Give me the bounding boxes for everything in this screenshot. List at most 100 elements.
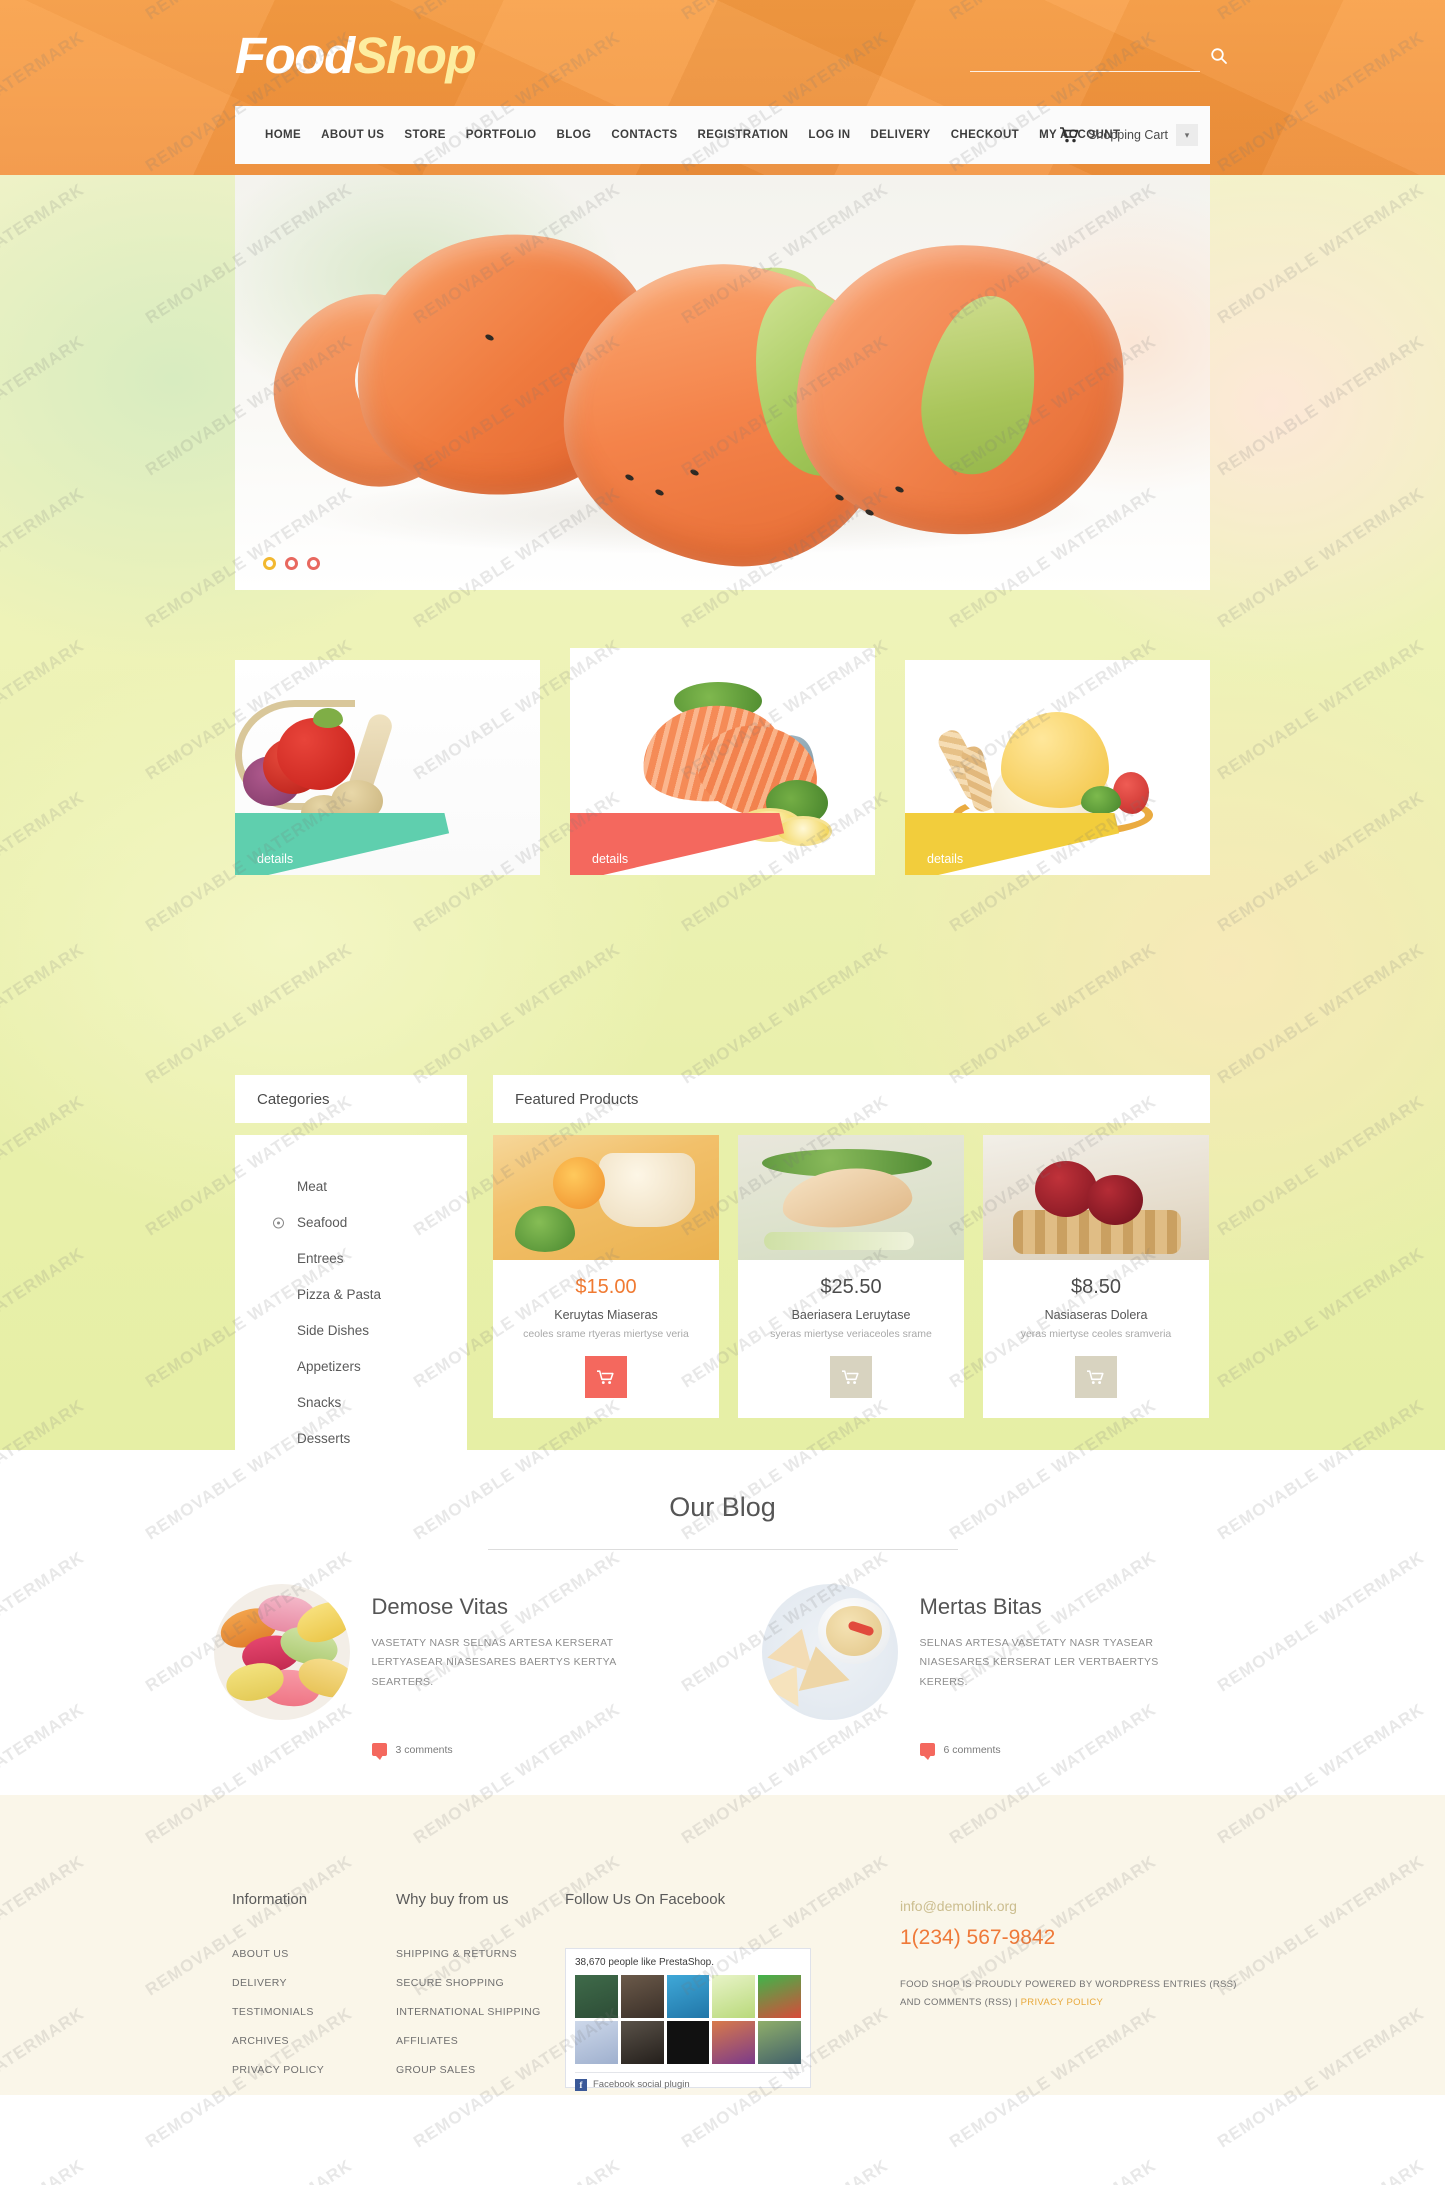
logo-text-primary: Food — [235, 27, 355, 84]
add-to-cart-button-2[interactable] — [830, 1356, 872, 1398]
categories-panel: Categories Meat Seafood Entrees Pizza & … — [235, 1075, 467, 1450]
blog-post[interactable]: Demose Vitas Vasetaty nasr selnas artesa… — [213, 1584, 684, 1760]
meat-fish-details-label: details — [592, 852, 629, 866]
avatar[interactable] — [712, 1975, 756, 2018]
footer-link-testimonials[interactable]: TESTIMONIALS — [232, 2006, 324, 2018]
avatar[interactable] — [758, 1975, 801, 2018]
footer-link-archives[interactable]: ARCHIVES — [232, 2035, 324, 2047]
search-input[interactable] — [970, 48, 1200, 72]
add-to-cart-button-3[interactable] — [1075, 1356, 1117, 1398]
category-item-snacks[interactable]: Snacks — [235, 1385, 467, 1421]
category-item-side-dishes[interactable]: Side Dishes — [235, 1313, 467, 1349]
category-item-meat[interactable]: Meat — [235, 1169, 467, 1205]
category-item-seafood-label: Seafood — [297, 1215, 348, 1230]
product-price-1: $15.00 — [575, 1276, 637, 1298]
avatar[interactable] — [620, 1975, 664, 2018]
logo-text-secondary: Shop — [353, 27, 477, 84]
featured-products-panel: Featured Products $15.00 Keruytas Miaser… — [493, 1075, 1210, 1418]
hero-section: Vegetables details Meat & Fish — [0, 175, 1445, 1450]
cart-dropdown-toggle[interactable]: ▾ — [1176, 124, 1198, 146]
shopping-cart[interactable]: Shopping Cart ▾ — [1060, 124, 1198, 146]
footer-link-delivery[interactable]: DELIVERY — [232, 1977, 324, 1989]
product-name-3: Nasiaseras Dolera — [1044, 1308, 1148, 1322]
nav-item-log-in[interactable]: LOG IN — [798, 129, 860, 141]
facebook-icon: f — [575, 2078, 587, 2091]
nav-item-registration[interactable]: REGISTRATION — [688, 129, 799, 141]
footer-column-why-buy: Why buy from us SHIPPING & RETURNS SECUR… — [396, 1891, 541, 2093]
blog-post-comments-1[interactable]: 3 comments — [371, 1743, 453, 1760]
slider-dot-2[interactable] — [285, 557, 298, 570]
footer-link-about-us[interactable]: ABOUT US — [232, 1948, 324, 1960]
nav-item-delivery[interactable]: DELIVERY — [860, 129, 940, 141]
facebook-like-count: 38,670 people like PrestaShop. — [575, 1957, 714, 1968]
footer-col3-title: Follow Us On Facebook — [565, 1891, 726, 1908]
category-item-entrees[interactable]: Entrees — [235, 1241, 467, 1277]
avatar[interactable] — [620, 2020, 664, 2064]
nav-item-contacts[interactable]: CONTACTS — [601, 129, 687, 141]
product-card[interactable]: $8.50 Nasiaseras Dolera yeras miertyse c… — [983, 1135, 1209, 1418]
category-card-desserts[interactable]: Desserts details — [905, 660, 1210, 875]
nav-item-portfolio[interactable]: PORTFOLIO — [456, 129, 547, 141]
blog-post-title-2[interactable]: Mertas Bitas — [920, 1594, 1170, 1620]
site-logo[interactable]: FoodShop — [235, 27, 477, 84]
nav-item-checkout[interactable]: CHECKOUT — [941, 129, 1029, 141]
product-price-2: $25.50 — [820, 1276, 882, 1298]
nav-item-home[interactable]: HOME — [255, 129, 311, 141]
footer-privacy-policy-link[interactable]: PRIVACY POLICY — [1021, 1997, 1104, 2008]
search-icon — [1211, 47, 1227, 64]
blog-post[interactable]: Mertas Bitas Selnas artesa vasetaty nasr… — [761, 1584, 1232, 1760]
avatar[interactable] — [575, 1975, 618, 2018]
soup-image — [761, 1584, 898, 1720]
categories-panel-title: Categories — [235, 1075, 467, 1123]
avatar[interactable] — [758, 2020, 801, 2064]
add-to-cart-button-1[interactable] — [585, 1356, 627, 1398]
hero-slider[interactable] — [235, 175, 1210, 590]
selected-bullet-icon — [273, 1217, 284, 1229]
avatar[interactable] — [666, 1975, 710, 2018]
featured-products-title: Featured Products — [493, 1075, 1210, 1123]
category-item-pizza-pasta[interactable]: Pizza & Pasta — [235, 1277, 467, 1313]
product-card[interactable]: $25.50 Baeriasera Leruytase syeras miert… — [738, 1135, 964, 1418]
avatar[interactable] — [575, 2020, 618, 2064]
meat-fish-details-ribbon[interactable]: details — [570, 813, 875, 875]
category-card-vegetables[interactable]: Vegetables details — [235, 660, 540, 875]
footer-phone[interactable]: 1(234) 567-9842 — [900, 1926, 1237, 1950]
vegetables-details-ribbon[interactable]: details — [235, 813, 540, 875]
page-root: FoodShop HOME ABOUT US STORE PORTFOLIO B… — [0, 0, 1445, 2185]
nav-item-blog[interactable]: BLOG — [546, 129, 601, 141]
blog-posts-list: Demose Vitas Vasetaty nasr selnas artesa… — [0, 1584, 1445, 1760]
footer-link-shipping-returns[interactable]: SHIPPING & RETURNS — [396, 1948, 541, 1960]
nav-item-about-us[interactable]: ABOUT US — [311, 129, 394, 141]
product-price-3: $8.50 — [1070, 1276, 1122, 1298]
category-item-entrees-label: Entrees — [297, 1251, 344, 1266]
product-card[interactable]: $15.00 Keruytas Miaseras ceoles srame rt… — [493, 1135, 719, 1418]
footer-email[interactable]: info@demolink.org — [900, 1898, 1237, 1914]
featured-products-list: $15.00 Keruytas Miaseras ceoles srame rt… — [493, 1135, 1210, 1418]
footer-link-secure-shopping[interactable]: SECURE SHOPPING — [396, 1977, 541, 1989]
avatar[interactable] — [712, 2020, 756, 2064]
footer-link-international-shipping[interactable]: INTERNATIONAL SHIPPING — [396, 2006, 541, 2018]
blog-post-title-1[interactable]: Demose Vitas — [372, 1594, 622, 1620]
footer-link-affiliates[interactable]: AFFILIATES — [396, 2035, 541, 2047]
search-button[interactable] — [1208, 46, 1230, 68]
slider-dot-1[interactable] — [263, 557, 276, 570]
blog-post-body-1: Demose Vitas Vasetaty nasr selnas artesa… — [372, 1584, 622, 1720]
blog-post-text-2: Selnas artesa vasetaty nasr tyasear nias… — [919, 1637, 1159, 1688]
category-item-seafood[interactable]: Seafood — [235, 1205, 467, 1241]
nav-item-store[interactable]: STORE — [394, 129, 455, 141]
category-item-desserts[interactable]: Desserts — [235, 1421, 467, 1450]
footer-link-group-sales[interactable]: GROUP SALES — [396, 2064, 541, 2076]
slider-dot-3[interactable] — [307, 557, 320, 570]
blog-post-body-2: Mertas Bitas Selnas artesa vasetaty nasr… — [920, 1584, 1170, 1720]
category-card-meat-fish[interactable]: Meat & Fish details — [570, 648, 875, 875]
footer-link-privacy-policy[interactable]: PRIVACY POLICY — [232, 2064, 324, 2076]
desserts-details-ribbon[interactable]: details — [905, 813, 1210, 875]
avatar[interactable] — [666, 2020, 710, 2064]
blog-post-comments-label-2: 6 comments — [943, 1743, 1001, 1756]
category-item-appetizers[interactable]: Appetizers — [235, 1349, 467, 1385]
copyright-line-1: FOOD SHOP IS PROUDLY POWERED BY WORDPRES… — [900, 1979, 1237, 1990]
product-name-2: Baeriasera Leruytase — [791, 1308, 911, 1322]
blog-post-comments-2[interactable]: 6 comments — [919, 1743, 1001, 1760]
facebook-avatars-grid — [575, 1975, 801, 2064]
facebook-widget[interactable]: 38,670 people like PrestaShop. f Faceboo… — [565, 1948, 811, 2091]
